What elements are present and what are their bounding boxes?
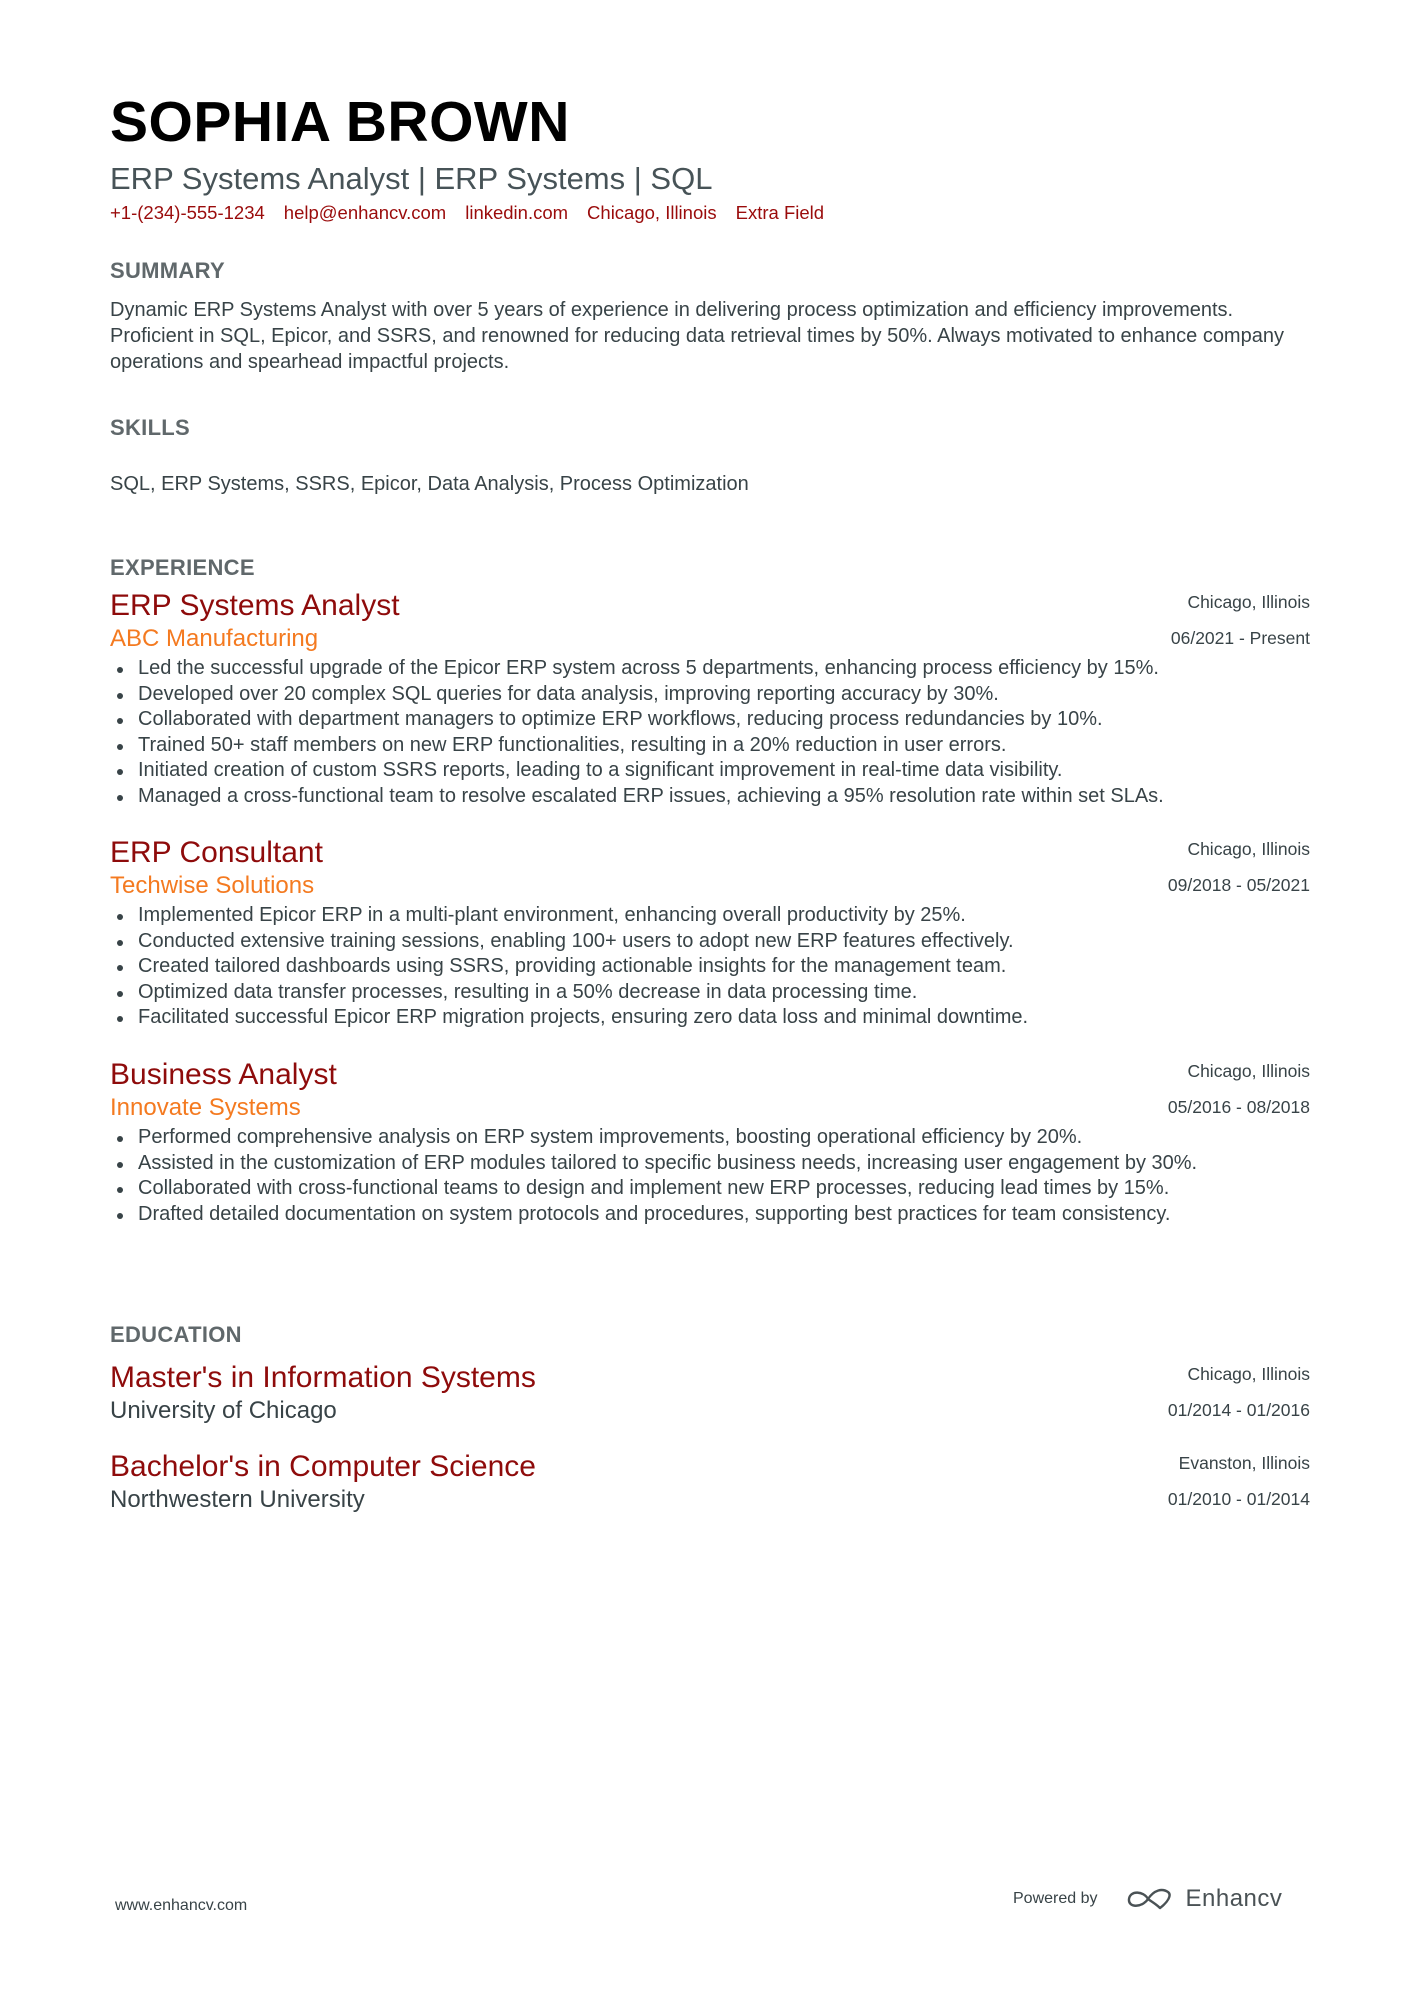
enhancv-infinity-heart-icon	[1127, 1888, 1171, 1910]
experience-dates: 05/2016 - 08/2018	[1167, 1097, 1310, 1117]
achievement-item: Facilitated successful Epicor ERP migrat…	[117, 1005, 1323, 1031]
education-heading: EDUCATION	[110, 1322, 242, 1347]
experience-location: Chicago, Illinois	[1187, 1061, 1310, 1081]
candidate-name: SOPHIA BROWN	[110, 90, 570, 154]
education-location: Evanston, Illinois	[1178, 1453, 1310, 1473]
degree-title: Master's in Information Systems	[110, 1361, 536, 1394]
job-title: ERP Consultant	[110, 836, 323, 869]
achievement-list: Performed comprehensive analysis on ERP …	[110, 1125, 1323, 1227]
school-name: Northwestern University	[110, 1486, 365, 1513]
skills-list: SQL, ERP Systems, SSRS, Epicor, Data Ana…	[110, 473, 749, 495]
achievement-item: Performed comprehensive analysis on ERP …	[117, 1125, 1323, 1151]
experience-location: Chicago, Illinois	[1187, 839, 1310, 859]
achievement-item: Initiated creation of custom SSRS report…	[117, 758, 1323, 784]
experience-entry: Chicago, Illinois 06/2021 - Present ERP …	[110, 588, 1310, 810]
achievement-item: Assisted in the customization of ERP mod…	[117, 1151, 1323, 1177]
school-name: University of Chicago	[110, 1397, 337, 1424]
contact-info: +1-(234)-555-1234 help@enhancv.com linke…	[110, 202, 824, 224]
achievement-item: Collaborated with cross-functional teams…	[117, 1176, 1323, 1202]
achievement-item: Optimized data transfer processes, resul…	[117, 980, 1323, 1006]
skills-heading: SKILLS	[110, 415, 191, 440]
experience-heading: EXPERIENCE	[110, 555, 255, 580]
footer-website-link[interactable]: www.enhancv.com	[115, 1897, 247, 1915]
experience-location: Chicago, Illinois	[1187, 592, 1310, 612]
achievement-item: Led the successful upgrade of the Epicor…	[117, 656, 1323, 682]
summary-heading: SUMMARY	[110, 258, 225, 283]
experience-dates: 09/2018 - 05/2021	[1167, 875, 1310, 895]
achievement-item: Trained 50+ staff members on new ERP fun…	[117, 733, 1323, 759]
enhancv-brand-name: Enhancv	[1185, 1885, 1283, 1912]
contact-linkedin[interactable]: linkedin.com	[465, 202, 568, 224]
powered-by-label: Powered by	[1013, 1890, 1098, 1907]
education-dates: 01/2010 - 01/2014	[1167, 1489, 1310, 1509]
job-title: Business Analyst	[110, 1058, 337, 1091]
achievement-item: Collaborated with department managers to…	[117, 707, 1323, 733]
contact-location: Chicago, Illinois	[587, 202, 717, 223]
education-location: Chicago, Illinois	[1187, 1364, 1310, 1384]
education-dates: 01/2014 - 01/2016	[1167, 1400, 1310, 1420]
candidate-headline: ERP Systems Analyst | ERP Systems | SQL	[110, 161, 713, 196]
achievement-item: Drafted detailed documentation on system…	[117, 1202, 1323, 1228]
achievement-list: Implemented Epicor ERP in a multi-plant …	[110, 903, 1323, 1031]
education-entry: Evanston, Illinois 01/2010 - 01/2014 Bac…	[110, 1449, 1310, 1515]
education-entry: Chicago, Illinois 01/2014 - 01/2016 Mast…	[110, 1360, 1310, 1426]
achievement-item: Managed a cross-functional team to resol…	[117, 784, 1323, 810]
contact-extra-field: Extra Field	[735, 202, 825, 223]
achievement-item: Developed over 20 complex SQL queries fo…	[117, 682, 1323, 708]
company-name: ABC Manufacturing	[110, 625, 319, 652]
achievement-item: Created tailored dashboards using SSRS, …	[117, 954, 1323, 980]
job-title: ERP Systems Analyst	[110, 589, 400, 622]
contact-phone[interactable]: +1-(234)-555-1234	[110, 202, 265, 224]
experience-dates: 06/2021 - Present	[1170, 628, 1310, 648]
achievement-item: Implemented Epicor ERP in a multi-plant …	[117, 903, 1323, 929]
company-name: Innovate Systems	[110, 1094, 301, 1121]
achievement-item: Conducted extensive training sessions, e…	[117, 929, 1323, 955]
summary-text: Dynamic ERP Systems Analyst with over 5 …	[110, 299, 1284, 373]
achievement-list: Led the successful upgrade of the Epicor…	[110, 656, 1323, 810]
experience-entry: Chicago, Illinois 05/2016 - 08/2018 Busi…	[110, 1057, 1310, 1227]
contact-email[interactable]: help@enhancv.com	[284, 202, 446, 224]
company-name: Techwise Solutions	[110, 872, 315, 899]
experience-entry: Chicago, Illinois 09/2018 - 05/2021 ERP …	[110, 835, 1310, 1031]
degree-title: Bachelor's in Computer Science	[110, 1450, 536, 1483]
powered-by-badge[interactable]: Powered by Enhancv	[1013, 1885, 1282, 1913]
